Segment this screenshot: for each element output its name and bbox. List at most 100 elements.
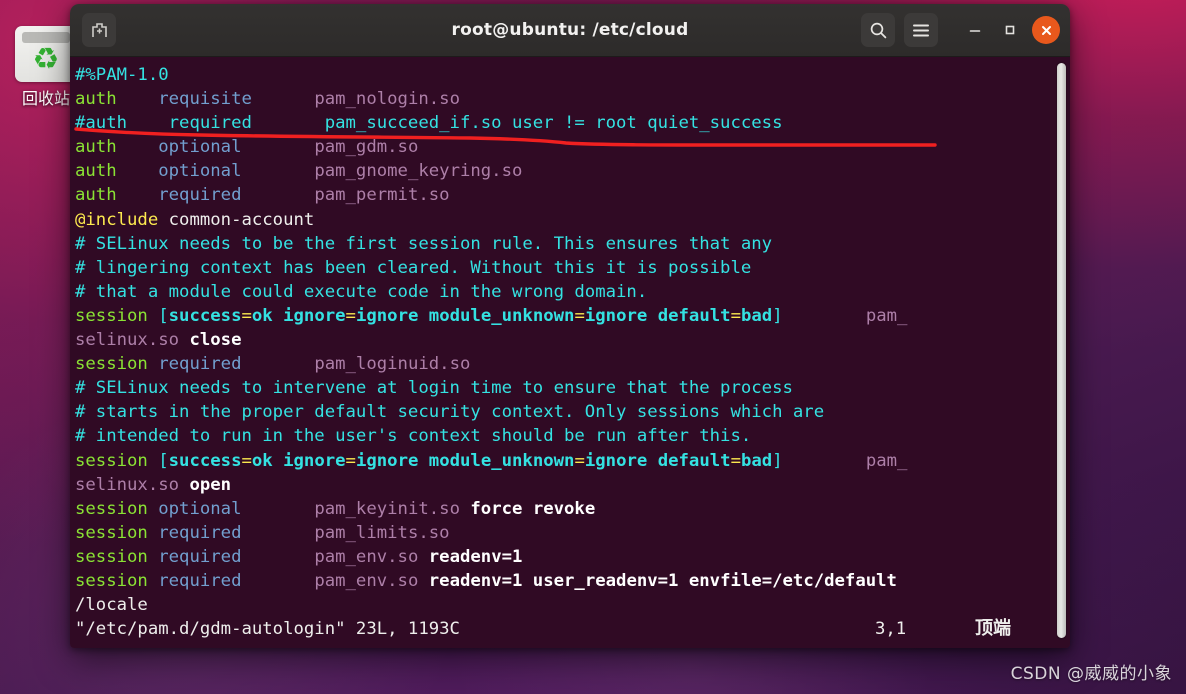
terminal-span: success <box>168 305 242 326</box>
terminal-span: = <box>730 305 741 326</box>
terminal-span: optional <box>158 137 315 158</box>
terminal-line: # intended to run in the user's context … <box>75 424 1050 448</box>
terminal-span: ] <box>772 305 783 326</box>
terminal-line: @include common-account <box>75 208 1050 232</box>
vim-cursor-position: 3,1 <box>875 619 907 640</box>
vim-status-filename: "/etc/pam.d/gdm-autologin" 23L, 1193C <box>75 619 460 640</box>
terminal-line: # SELinux needs to be the first session … <box>75 232 1050 256</box>
terminal-span: required <box>158 354 315 375</box>
terminal-span: auth <box>75 185 159 206</box>
watermark-text: CSDN @威威的小象 <box>1010 664 1172 684</box>
terminal-line: session [success=ok ignore=ignore module… <box>75 304 1050 328</box>
terminal-span: #%PAM-1.0 <box>75 65 169 85</box>
terminal-line: session [success=ok ignore=ignore module… <box>75 449 1050 473</box>
terminal-line: auth optional pam_gdm.so <box>75 135 1050 159</box>
terminal-span: pam_env.so <box>314 570 419 591</box>
terminal-span: # that a module could execute code in th… <box>75 281 648 302</box>
terminal-span: ignore <box>584 450 658 471</box>
terminal-span: module_unknown <box>428 450 575 471</box>
terminal-span: = <box>345 305 356 326</box>
terminal-span: module_unknown <box>428 305 575 326</box>
terminal-span: pam_gdm.so <box>314 137 419 158</box>
terminal-line: selinux.so open <box>75 473 1050 497</box>
terminal-span: common-account <box>158 209 315 230</box>
terminal-span: @include <box>75 209 159 230</box>
terminal-line: #%PAM-1.0 <box>75 63 1050 87</box>
terminal-span: pam_gnome_keyring.so <box>314 161 523 182</box>
terminal-window[interactable]: root@ubuntu: /etc/cloud #%PAM-1.0 auth r… <box>70 4 1070 648</box>
terminal-span: optional <box>158 161 315 182</box>
menu-button[interactable] <box>904 13 938 47</box>
terminal-span: selinux.so <box>75 474 180 495</box>
terminal-span: pam_nologin.so <box>314 89 460 110</box>
terminal-span: optional <box>158 498 315 519</box>
terminal-scrollbar-thumb[interactable] <box>1057 63 1066 638</box>
terminal-line: #auth required pam_succeed_if.so user !=… <box>75 111 1050 135</box>
vim-scroll-indicator: 顶端 <box>975 618 1011 640</box>
terminal-line: session required pam_loginuid.so <box>75 352 1050 376</box>
terminal-span: required <box>158 522 315 543</box>
minimize-button[interactable] <box>962 17 988 43</box>
terminal-line: /locale <box>75 593 1050 617</box>
search-button[interactable] <box>861 13 895 47</box>
terminal-span: = <box>574 450 585 471</box>
terminal-span: = <box>241 305 252 326</box>
new-tab-button[interactable] <box>82 13 116 47</box>
terminal-span: = <box>730 450 741 471</box>
terminal-line: auth optional pam_gnome_keyring.so <box>75 159 1050 183</box>
terminal-span: session <box>75 450 159 471</box>
terminal-span: requisite <box>158 89 315 110</box>
terminal-span: session <box>75 498 159 519</box>
minimize-icon <box>969 30 981 32</box>
terminal-span: bad <box>740 450 773 471</box>
terminal-span: # starts in the proper default security … <box>75 402 825 423</box>
close-button[interactable] <box>1032 16 1060 44</box>
terminal-span: force revoke <box>459 498 596 519</box>
terminal-span: pam_ <box>782 305 908 326</box>
terminal-line: session required pam_env.so readenv=1 us… <box>75 569 1050 593</box>
vim-status-line: "/etc/pam.d/gdm-autologin" 23L, 1193C 3,1… <box>75 617 1050 641</box>
terminal-span: = <box>241 450 252 471</box>
terminal-span: session <box>75 354 159 375</box>
maximize-button[interactable] <box>997 17 1023 43</box>
terminal-span: # SELinux needs to be the first session … <box>75 233 773 254</box>
terminal-span: default <box>657 305 731 326</box>
terminal-span: ok <box>251 305 284 326</box>
terminal-span: readenv=1 <box>418 546 523 567</box>
terminal-span: readenv=1 user_readenv=1 envfile=/etc/de… <box>418 570 897 591</box>
hamburger-menu-icon <box>913 24 929 36</box>
terminal-span: pam_limits.so <box>314 522 450 543</box>
terminal-span: session <box>75 546 159 567</box>
window-controls <box>861 13 1060 47</box>
terminal-span: /locale <box>75 595 148 616</box>
terminal-line: # lingering context has been cleared. Wi… <box>75 256 1050 280</box>
terminal-line: session required pam_limits.so <box>75 521 1050 545</box>
terminal-span: auth <box>75 137 159 158</box>
terminal-line: selinux.so close <box>75 328 1050 352</box>
terminal-span: session <box>75 522 159 543</box>
terminal-span: selinux.so <box>75 330 180 351</box>
terminal-span: ignore <box>355 305 429 326</box>
terminal-span: # SELinux needs to intervene at login ti… <box>75 378 793 399</box>
terminal-span: = <box>574 305 585 326</box>
terminal-scrollbar[interactable] <box>1056 61 1067 640</box>
terminal-line: # SELinux needs to intervene at login ti… <box>75 376 1050 400</box>
terminal-span: ignore <box>355 450 429 471</box>
terminal-line: # that a module could execute code in th… <box>75 280 1050 304</box>
terminal-span: #auth required pam_succeed_if.so user !=… <box>75 113 783 134</box>
terminal-span: bad <box>740 305 773 326</box>
terminal-span: success <box>168 450 242 471</box>
terminal-content-area[interactable]: #%PAM-1.0 auth requisite pam_nologin.so #a… <box>70 57 1070 648</box>
terminal-span: required <box>158 185 315 206</box>
recycle-bin-icon: ♻ <box>15 26 77 82</box>
terminal-span: required <box>158 570 315 591</box>
terminal-span: default <box>657 450 731 471</box>
terminal-line: auth required pam_permit.so <box>75 183 1050 207</box>
desktop-background: ♻ 回收站 root@ubuntu: /etc/cloud #%PAM-1.0 … <box>0 0 1186 694</box>
window-titlebar[interactable]: root@ubuntu: /etc/cloud <box>70 4 1070 57</box>
search-icon <box>870 22 886 38</box>
terminal-span: [ <box>158 450 169 471</box>
recycle-symbol-icon: ♻ <box>32 42 60 77</box>
terminal-span: auth <box>75 161 159 182</box>
terminal-text: #%PAM-1.0 auth requisite pam_nologin.so #a… <box>75 63 1050 641</box>
